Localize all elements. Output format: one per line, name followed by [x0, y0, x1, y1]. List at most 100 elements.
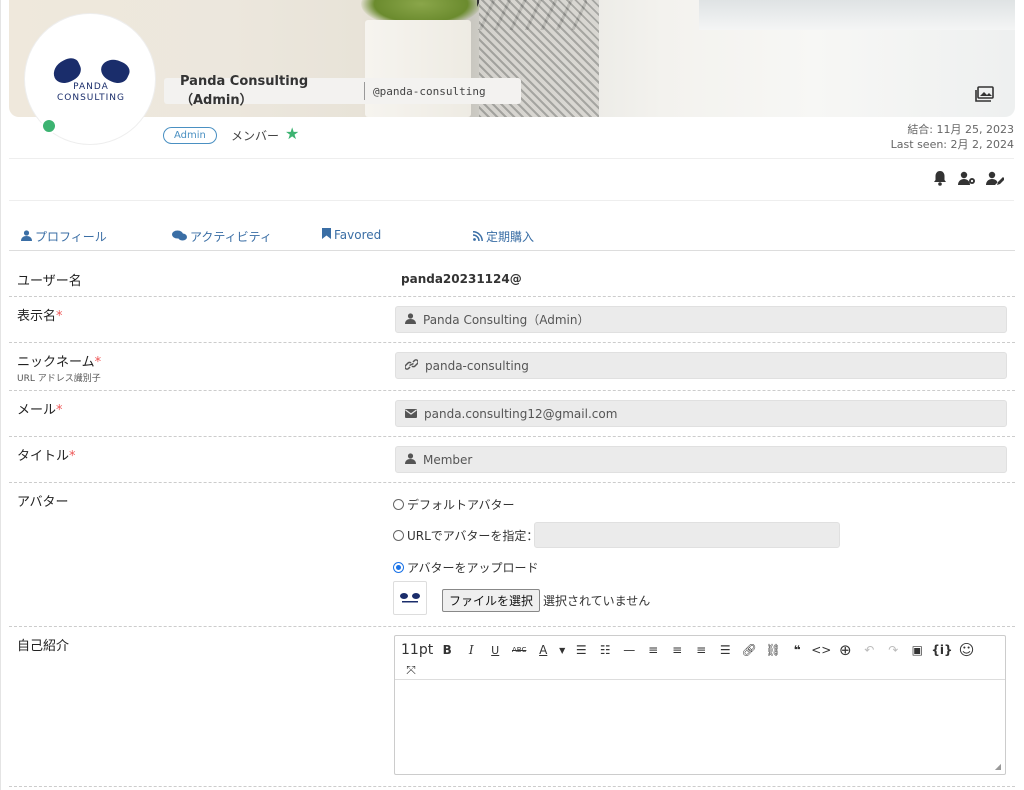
tab-profile-label: プロフィール	[35, 230, 107, 244]
title-field[interactable]: Member	[395, 446, 1007, 473]
nickname-field[interactable]: panda-consulting	[395, 352, 1007, 379]
underline-icon[interactable]: U	[485, 640, 505, 660]
tab-activity[interactable]: アクティビティ	[172, 228, 272, 245]
star-icon: ★	[285, 124, 300, 143]
radio-circle-selected[interactable]	[393, 562, 404, 573]
user-icon	[405, 312, 416, 327]
profile-handle: @panda-consulting	[373, 84, 486, 98]
tab-favored-label: Favored	[334, 228, 382, 242]
resize-handle-icon[interactable]: ◢	[995, 762, 1001, 771]
last-seen: Last seen: 2月 2, 2024	[890, 138, 1014, 151]
redo-icon[interactable]: ↷	[883, 640, 903, 660]
row-nickname: ニックネーム* URL アドレス識別子 panda-consulting	[9, 343, 1015, 391]
profile-name: Panda Consulting（Admin）	[180, 74, 309, 108]
radio-default-label: デフォルトアバター	[407, 498, 515, 512]
color-dropdown-icon[interactable]: ▼	[557, 640, 567, 660]
change-cover-icon[interactable]	[975, 86, 995, 102]
profile-dates: 結合: 11月 25, 2023 Last seen: 2月 2, 2024	[891, 122, 1014, 152]
link-icon[interactable]: 🔗︎	[739, 640, 759, 660]
notification-bell-icon[interactable]	[932, 170, 948, 186]
logo-line2: CONSULTING	[56, 93, 126, 103]
email-field[interactable]: panda.consulting12@gmail.com	[395, 400, 1007, 427]
email-value: panda.consulting12@gmail.com	[424, 406, 618, 421]
profile-form: ユーザー名 panda20231124@ 表示名* Panda Consulti…	[9, 262, 1015, 787]
joined-date: 結合: 11月 25, 2023	[907, 123, 1014, 136]
align-right-icon[interactable]: ≡	[691, 640, 711, 660]
username-value: panda20231124@	[401, 272, 522, 286]
font-size-select[interactable]: 11pt	[401, 640, 433, 660]
radio-upload-label: アバターをアップロード	[407, 561, 539, 575]
panda-logo: PANDA CONSULTING	[49, 55, 133, 104]
avatar-url-input[interactable]	[534, 522, 840, 548]
insert-icon[interactable]: ⊕	[835, 640, 855, 660]
title-label: タイトル*	[17, 449, 76, 464]
file-status: 選択されていません	[543, 594, 651, 608]
display-name-field[interactable]: Panda Consulting（Admin）	[395, 306, 1007, 333]
header-actions	[932, 170, 1004, 186]
horizontal-rule-icon[interactable]: —	[619, 640, 639, 660]
row-avatar: アバター デフォルトアバター URLでアバターを指定： アバターをアップロード …	[9, 483, 1015, 627]
row-title: タイトル* Member	[9, 437, 1015, 483]
nickname-label: ニックネーム*	[17, 355, 102, 370]
tab-subscriptions-label: 定期購入	[486, 230, 535, 244]
radio-upload-avatar[interactable]: アバターをアップロード	[393, 559, 539, 576]
source-code-icon[interactable]: {i}	[931, 640, 952, 660]
bullet-list-icon[interactable]: ☰	[571, 640, 591, 660]
email-label: メール*	[17, 403, 63, 418]
username-label: ユーザー名	[17, 274, 82, 289]
bio-editor[interactable]: 11pt B I U ABC A ▼ ☰ ☷ — ≡ ≡ ≡ ☰ 🔗︎ ⛓︎ ❝…	[394, 635, 1006, 775]
bio-label: 自己紹介	[17, 639, 70, 654]
radio-circle[interactable]	[393, 499, 404, 510]
strikethrough-icon[interactable]: ABC	[509, 640, 529, 660]
radio-circle[interactable]	[393, 530, 404, 541]
paste-icon[interactable]: ▣	[907, 640, 927, 660]
rss-icon	[472, 230, 483, 244]
justify-icon[interactable]: ☰	[715, 640, 735, 660]
emoji-icon[interactable]: ☺	[957, 640, 977, 660]
row-display-name: 表示名* Panda Consulting（Admin）	[9, 297, 1015, 343]
choose-file-button[interactable]: ファイルを選択	[442, 589, 541, 612]
user-icon	[405, 452, 416, 467]
comments-icon	[172, 230, 187, 244]
user-edit-icon[interactable]	[986, 170, 1004, 186]
display-name-label: 表示名*	[17, 309, 63, 324]
numbered-list-icon[interactable]: ☷	[595, 640, 615, 660]
tab-subscriptions[interactable]: 定期購入	[472, 228, 535, 245]
bold-icon[interactable]: B	[437, 640, 457, 660]
member-label: メンバー	[231, 129, 280, 143]
profile-page: PANDA CONSULTING Panda Consulting（Admin）…	[0, 0, 1024, 790]
profile-tabs: プロフィール アクティビティ Favored 定期購入	[9, 226, 1015, 251]
text-color-icon[interactable]: A	[533, 640, 553, 660]
online-status-dot	[41, 118, 57, 134]
nickname-value: panda-consulting	[425, 358, 529, 373]
title-value: Member	[423, 452, 473, 467]
row-email: メール* panda.consulting12@gmail.com	[9, 391, 1015, 437]
align-center-icon[interactable]: ≡	[667, 640, 687, 660]
row-bio: 自己紹介 11pt B I U ABC A ▼ ☰ ☷ — ≡ ≡ ≡ ☰ 🔗︎…	[9, 627, 1015, 787]
role-badge: Admin	[163, 127, 217, 144]
radio-url-avatar[interactable]: URLでアバターを指定：	[393, 527, 538, 544]
profile-namebox: Panda Consulting（Admin） @panda-consultin…	[164, 74, 521, 108]
align-left-icon[interactable]: ≡	[643, 640, 663, 660]
code-icon[interactable]: <>	[811, 640, 831, 660]
undo-icon[interactable]: ↶	[859, 640, 879, 660]
logo-line1: PANDA	[73, 82, 109, 92]
link-icon	[404, 358, 419, 373]
quote-icon[interactable]: ❝	[787, 640, 807, 660]
italic-icon[interactable]: I	[461, 640, 481, 660]
tab-profile[interactable]: プロフィール	[21, 228, 107, 245]
display-name-value: Panda Consulting（Admin）	[423, 313, 590, 327]
radio-default-avatar[interactable]: デフォルトアバター	[393, 496, 515, 513]
row-username: ユーザー名 panda20231124@	[9, 262, 1015, 297]
fullscreen-icon[interactable]: ⤧	[401, 660, 421, 680]
envelope-icon	[405, 407, 417, 421]
avatar-thumbnail	[393, 581, 427, 615]
tab-favored[interactable]: Favored	[322, 228, 381, 242]
editor-toolbar: 11pt B I U ABC A ▼ ☰ ☷ — ≡ ≡ ≡ ☰ 🔗︎ ⛓︎ ❝…	[395, 636, 1005, 680]
user-settings-icon[interactable]	[958, 170, 976, 186]
unlink-icon[interactable]: ⛓︎	[763, 640, 783, 660]
bookmark-icon	[322, 228, 331, 242]
user-icon	[21, 229, 32, 244]
radio-url-label: URLでアバターを指定：	[407, 529, 539, 543]
tab-activity-label: アクティビティ	[190, 230, 272, 244]
